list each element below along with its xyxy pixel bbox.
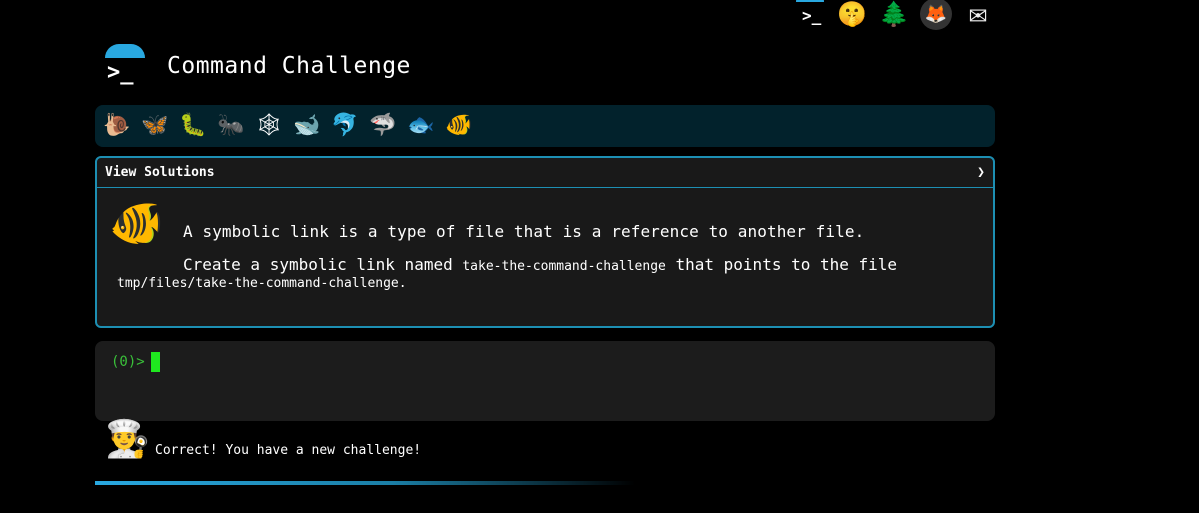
description-prefix: Create a symbolic link named: [183, 255, 463, 274]
progress-bar: [95, 481, 635, 485]
level-shark-icon[interactable]: 🦈: [369, 112, 397, 140]
terminal-prompt-line: (0)>: [111, 352, 160, 372]
level-whale-icon[interactable]: 🐋: [293, 112, 321, 140]
chef-avatar-icon: 👨‍🍳: [105, 419, 150, 460]
terminal-icon[interactable]: >_: [794, 0, 826, 30]
level-spider-web-icon[interactable]: 🕸: [255, 112, 283, 140]
terminal-prompt: (0)>: [111, 354, 145, 370]
mail-icon[interactable]: ✉: [962, 0, 994, 30]
terminal-cursor: [150, 352, 160, 372]
link-name-code: take-the-command-challenge: [462, 259, 666, 274]
logo-icon: >_: [103, 44, 147, 88]
tree-icon[interactable]: 🌲: [878, 0, 910, 30]
challenge-panel: View Solutions ❯ 🐠 A symbolic link is a …: [95, 156, 995, 328]
target-path-code: tmp/files/take-the-command-challenge.: [117, 276, 407, 291]
view-solutions-label: View Solutions: [105, 165, 215, 180]
level-snail-icon[interactable]: 🐌: [103, 112, 131, 140]
level-ant-icon[interactable]: 🐜: [217, 112, 245, 140]
terminal-input-area[interactable]: (0)>: [95, 341, 995, 421]
description-suffix: that points to the file: [665, 255, 898, 274]
level-caterpillar-icon[interactable]: 🐛: [179, 112, 207, 140]
page-title: Command Challenge: [167, 53, 411, 79]
level-fish-icon[interactable]: 🐟: [407, 112, 435, 140]
gitlab-icon[interactable]: 🦊: [920, 0, 952, 30]
level-dolphin-icon[interactable]: 🐬: [331, 112, 359, 140]
chevron-right-icon: ❯: [977, 165, 985, 180]
page-header: >_ Command Challenge: [103, 44, 411, 88]
description-line-1: A symbolic link is a type of file that i…: [183, 222, 865, 241]
view-solutions-toggle[interactable]: View Solutions ❯: [97, 158, 993, 188]
level-bar: 🐌 🦋 🐛 🐜 🕸 🐋 🐬 🦈 🐟 🐠: [95, 105, 995, 147]
level-tropical-fish-icon[interactable]: 🐠: [445, 112, 473, 140]
level-butterfly-icon[interactable]: 🦋: [141, 112, 169, 140]
top-icon-bar: >_ 🤫 🌲 🦊 ✉: [794, 0, 994, 30]
shush-face-icon[interactable]: 🤫: [836, 0, 868, 30]
tropical-fish-icon: 🐠: [109, 198, 164, 249]
status-message: Correct! You have a new challenge!: [155, 443, 422, 458]
description-line-2: Create a symbolic link named take-the-co…: [183, 255, 897, 274]
